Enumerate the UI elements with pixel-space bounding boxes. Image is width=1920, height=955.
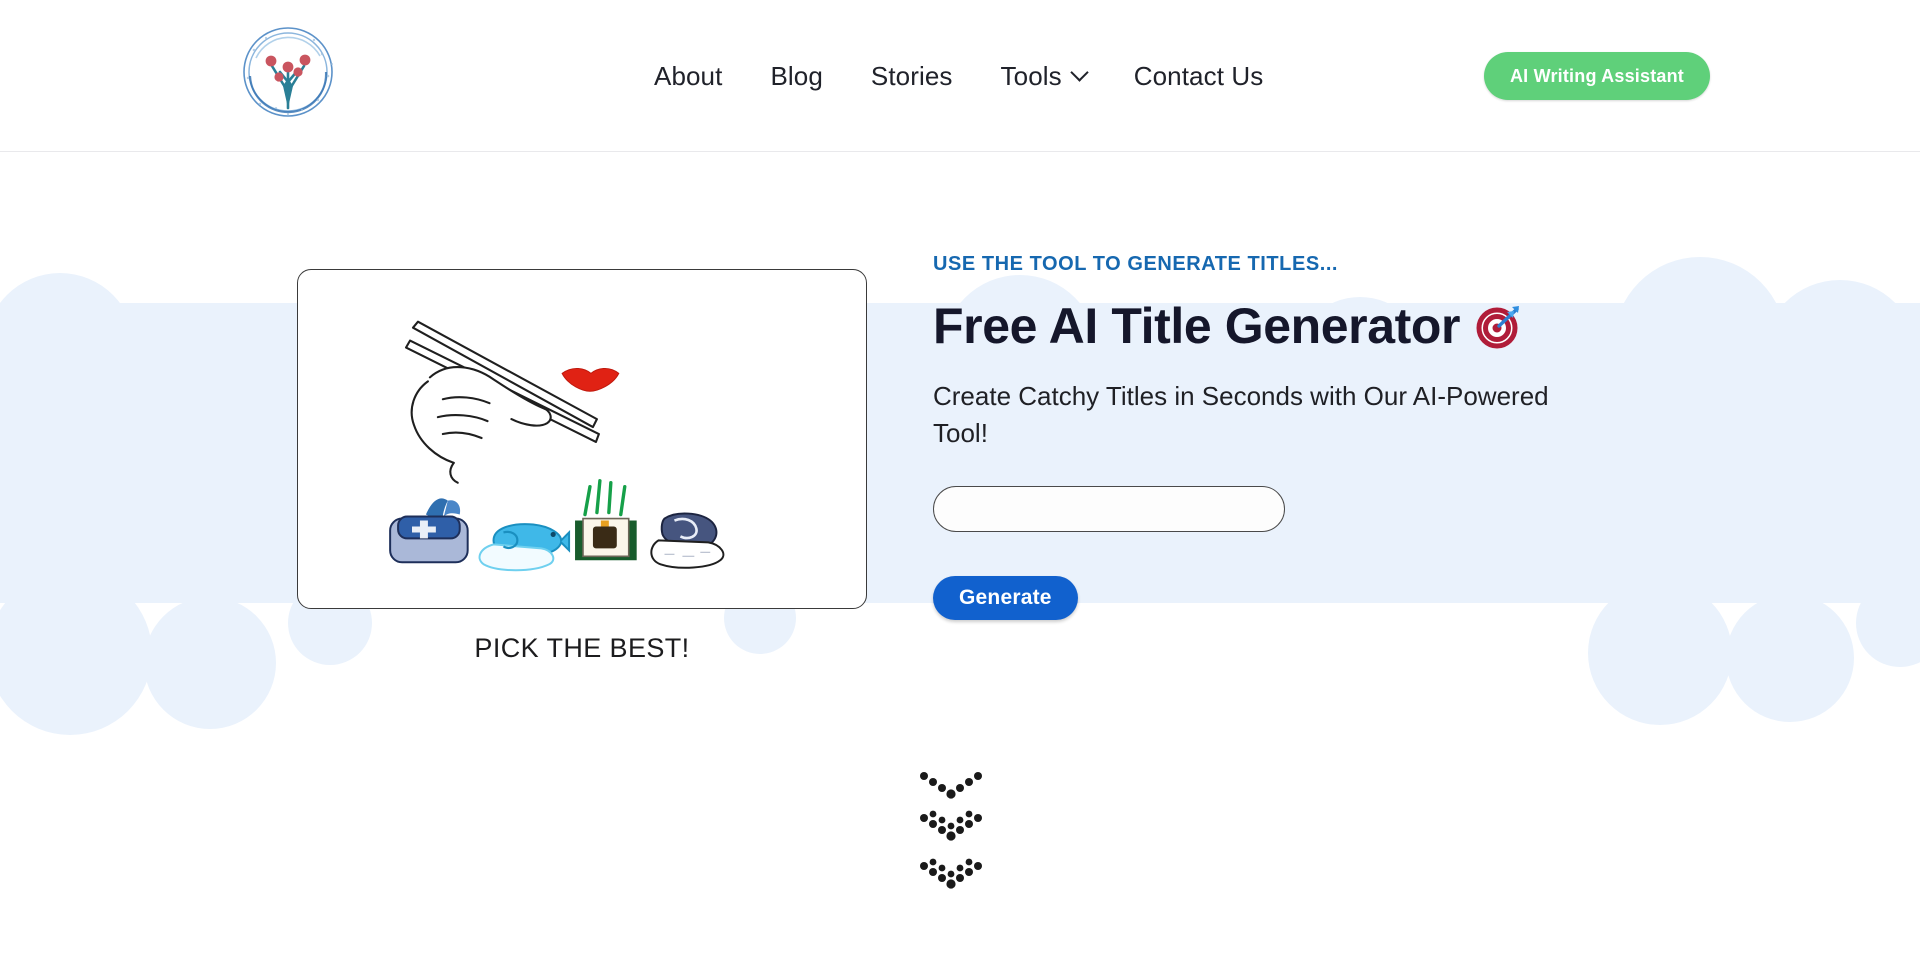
- scroll-down-indicator[interactable]: [906, 770, 1014, 908]
- chevron-down-icon: [1070, 62, 1089, 82]
- hero-copy: USE THE TOOL TO GENERATE TITLES... Free …: [933, 253, 1613, 620]
- nav-item-about[interactable]: About: [630, 63, 746, 89]
- nav-label: Blog: [770, 61, 823, 91]
- cta-label: AI Writing Assistant: [1509, 65, 1684, 86]
- generate-button[interactable]: Generate: [933, 575, 1078, 620]
- hero-section: PICK THE BEST! USE THE TOOL TO GENERATE …: [0, 153, 1920, 753]
- nav-item-stories[interactable]: Stories: [847, 63, 977, 89]
- illustration-caption: PICK THE BEST!: [474, 633, 690, 663]
- brand-circuit-plant-logo-icon: [236, 20, 340, 124]
- ai-writing-assistant-button[interactable]: AI Writing Assistant: [1483, 52, 1710, 100]
- illustration-card: [297, 269, 867, 609]
- hero-title-text: Free AI Title Generator: [933, 298, 1461, 354]
- nav-label: Contact Us: [1133, 61, 1264, 91]
- nav-item-blog[interactable]: Blog: [746, 63, 846, 89]
- nav-label: Tools: [1000, 61, 1062, 91]
- site-header: About Blog Stories Tools Contact Us AI W…: [0, 0, 1920, 152]
- main-navigation: About Blog Stories Tools Contact Us: [630, 0, 1287, 152]
- nav-label: About: [654, 61, 723, 91]
- nav-item-contact-us[interactable]: Contact Us: [1110, 63, 1288, 89]
- hero-eyebrow: USE THE TOOL TO GENERATE TITLES...: [933, 253, 1339, 275]
- target-dart-emoji: [1476, 303, 1522, 349]
- nav-label: Stories: [870, 61, 953, 91]
- dotted-chevron-down-arrows-icon: [906, 770, 1014, 908]
- sushi-chopsticks-illustration: [298, 270, 866, 608]
- nav-item-tools[interactable]: Tools: [977, 61, 1110, 91]
- site-logo[interactable]: [232, 16, 344, 128]
- page-title: Free AI Title Generator: [933, 298, 1613, 354]
- generate-label: Generate: [959, 585, 1052, 609]
- hero-subtitle: Create Catchy Titles in Seconds with Our…: [933, 381, 1549, 448]
- title-input[interactable]: [933, 485, 1285, 532]
